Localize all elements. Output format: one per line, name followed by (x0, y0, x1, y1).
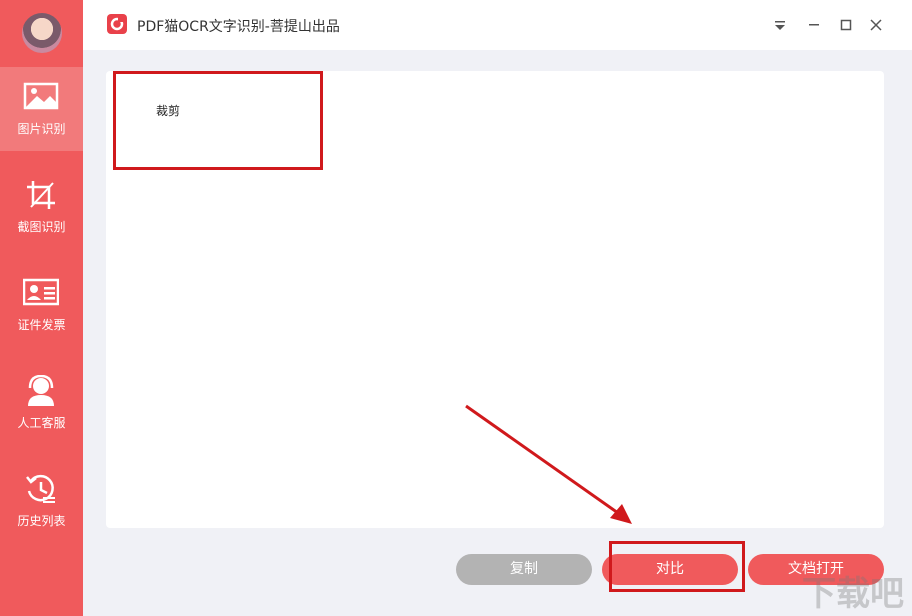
sidebar-item-screenshot-recognition[interactable]: 截图识别 (0, 165, 83, 249)
maximize-icon[interactable] (837, 16, 855, 34)
app-title: PDF猫OCR文字识别-菩提山出品 (137, 19, 340, 35)
crop-icon (27, 181, 55, 209)
arrow-annotation (465, 404, 632, 524)
highlight-box-result (113, 71, 323, 170)
sidebar-item-id-invoice[interactable]: 证件发票 (0, 263, 83, 347)
watermark: 下载吧 (802, 574, 904, 614)
sidebar-item-label: 历史列表 (17, 514, 66, 528)
history-icon (26, 474, 55, 503)
sidebar: 图片识别 截图识别 证件发票 人工客服 历史列表 (0, 0, 83, 616)
id-card-icon (23, 278, 59, 306)
dropdown-menu-icon[interactable] (771, 16, 789, 34)
close-icon[interactable] (867, 16, 885, 34)
sidebar-item-history[interactable]: 历史列表 (0, 459, 83, 543)
sidebar-item-label: 证件发票 (17, 318, 66, 332)
sidebar-item-image-recognition[interactable]: 图片识别 (0, 67, 83, 151)
app-logo-icon (107, 14, 127, 34)
sidebar-item-label: 截图识别 (17, 220, 66, 234)
sidebar-item-customer-service[interactable]: 人工客服 (0, 361, 83, 445)
title-bar: PDF猫OCR文字识别-菩提山出品 (83, 0, 912, 50)
image-icon (23, 82, 59, 110)
minimize-icon[interactable] (805, 16, 823, 34)
avatar[interactable] (22, 13, 62, 53)
headset-icon (28, 375, 54, 406)
sidebar-item-label: 人工客服 (17, 416, 66, 430)
highlight-box-compare (609, 541, 745, 592)
sidebar-item-label: 图片识别 (17, 122, 66, 136)
copy-button[interactable]: 复制 (456, 554, 592, 585)
